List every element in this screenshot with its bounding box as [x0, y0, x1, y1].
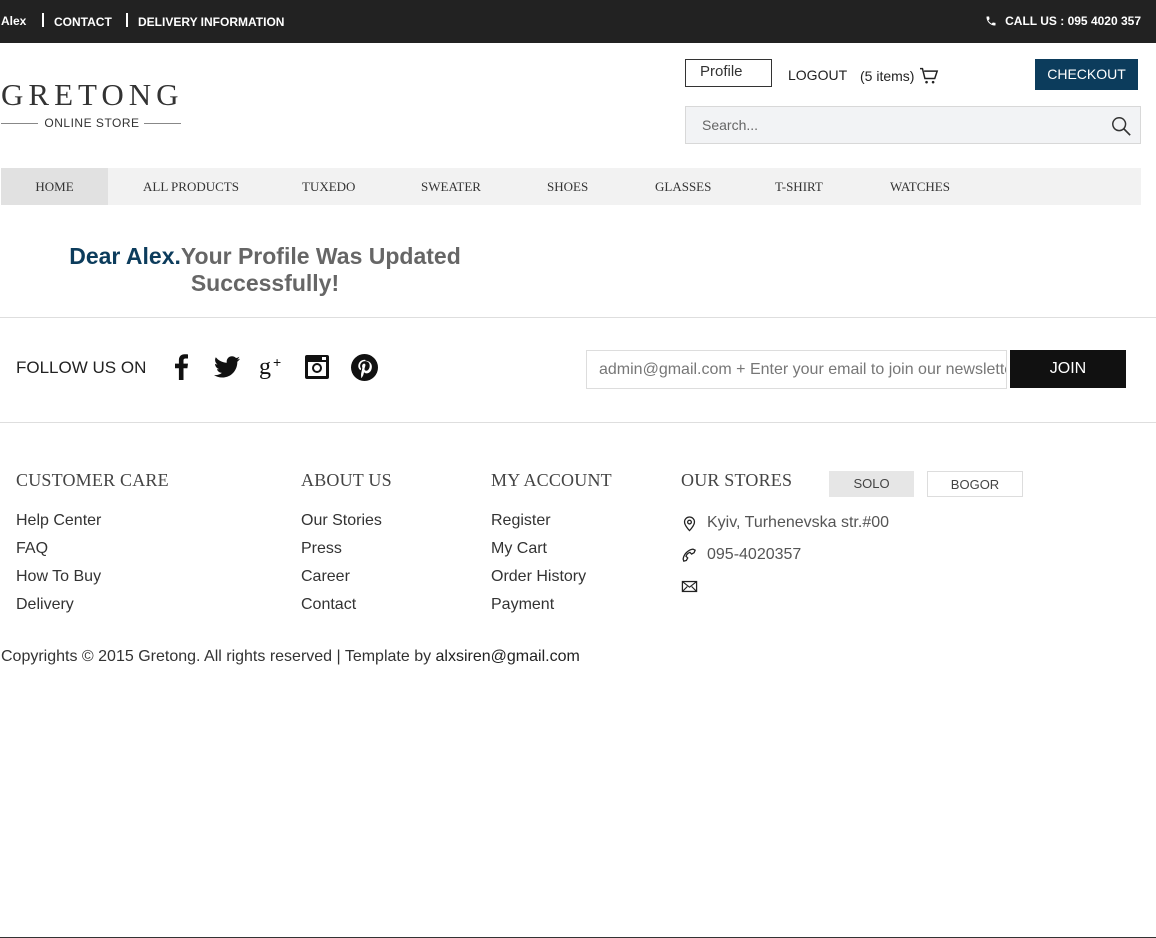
how-to-buy-link[interactable]: How To Buy — [16, 568, 101, 586]
store-phone-text: 095-4020357 — [707, 546, 802, 563]
store-address: Kyiv, Turhenevska str.#00 — [681, 514, 889, 532]
search-icon[interactable] — [1110, 115, 1132, 137]
delivery-link[interactable]: Delivery — [16, 596, 74, 614]
nav-item-glasses[interactable]: GLASSES — [655, 168, 711, 205]
order-history-link[interactable]: Order History — [491, 568, 586, 586]
my-cart-link[interactable]: My Cart — [491, 540, 547, 558]
call-us: CALL US : 095 4020 357 — [985, 14, 1141, 28]
logo-name: GRETONG — [1, 77, 184, 112]
faq-link[interactable]: FAQ — [16, 540, 48, 558]
profile-button[interactable]: Profile — [685, 59, 772, 87]
top-bar: Alex CONTACT DELIVERY INFORMATION CALL U… — [0, 0, 1156, 43]
store-phone: 095-4020357 — [681, 546, 801, 564]
message-text: Your Profile Was Updated Successfully! — [180, 243, 461, 296]
author-email-link[interactable]: alxsiren@gmail.com — [436, 648, 580, 665]
search-input[interactable] — [686, 107, 1106, 143]
about-us-heading: ABOUT US — [301, 470, 392, 490]
svg-text:+: + — [273, 354, 281, 370]
follow-label: FOLLOW US ON — [16, 358, 147, 377]
store-email — [681, 578, 698, 595]
phone-icon — [682, 547, 696, 562]
copyright: Copyrights © 2015 Gretong. All rights re… — [1, 648, 580, 666]
username[interactable]: Alex — [1, 14, 26, 28]
nav-item-tuxedo[interactable]: TUXEDO — [302, 168, 355, 205]
checkout-button[interactable]: CHECKOUT — [1035, 59, 1138, 90]
help-center-link[interactable]: Help Center — [16, 512, 101, 530]
join-button[interactable]: JOIN — [1010, 350, 1126, 388]
success-message: Dear Alex.Your Profile Was Updated Succe… — [40, 243, 490, 297]
twitter-icon[interactable] — [213, 353, 241, 381]
cart-count: (5 items) — [860, 68, 915, 84]
main-nav: HOME ALL PRODUCTS TUXEDO SWEATER SHOES G… — [1, 168, 1141, 205]
nav-item-shoes[interactable]: SHOES — [547, 168, 588, 205]
delivery-info-link[interactable]: DELIVERY INFORMATION — [138, 15, 284, 29]
divider — [0, 317, 1156, 318]
store-tab-solo[interactable]: SOLO — [829, 471, 914, 497]
divider — [0, 422, 1156, 423]
pinterest-icon[interactable] — [350, 353, 378, 381]
nav-item-watches[interactable]: WATCHES — [890, 168, 950, 205]
divider — [42, 13, 44, 27]
google-plus-icon[interactable]: g + — [259, 353, 287, 381]
cart-icon — [920, 67, 939, 84]
cart-link[interactable]: (5 items) — [860, 67, 939, 85]
call-us-text: CALL US : 095 4020 357 — [1005, 14, 1141, 28]
nav-item-sweater[interactable]: SWEATER — [421, 168, 481, 205]
logout-link[interactable]: LOGOUT — [788, 67, 847, 83]
register-link[interactable]: Register — [491, 512, 551, 530]
instagram-icon[interactable] — [303, 353, 331, 381]
store-tab-bogor[interactable]: BOGOR — [927, 471, 1023, 497]
divider — [126, 13, 128, 27]
our-stories-link[interactable]: Our Stories — [301, 512, 382, 530]
contact-link[interactable]: CONTACT — [54, 15, 112, 29]
customer-care-heading: CUSTOMER CARE — [16, 470, 169, 490]
logo-tagline: ONLINE STORE — [1, 116, 183, 130]
phone-icon — [986, 16, 996, 26]
career-link[interactable]: Career — [301, 568, 350, 586]
logo[interactable]: GRETONG ONLINE STORE — [1, 78, 183, 130]
svg-text:g: g — [259, 354, 271, 380]
message-greeting: Dear Alex. — [69, 243, 181, 269]
payment-link[interactable]: Payment — [491, 596, 554, 614]
nav-item-home[interactable]: HOME — [1, 168, 108, 205]
map-pin-icon — [683, 515, 696, 531]
our-stores-heading: OUR STORES — [681, 470, 793, 490]
store-address-text: Kyiv, Turhenevska str.#00 — [707, 514, 890, 531]
search-box — [685, 106, 1141, 144]
facebook-icon[interactable] — [167, 353, 195, 381]
mail-icon[interactable] — [681, 578, 698, 595]
newsletter-email-input[interactable]: admin@gmail.com + Enter your email to jo… — [586, 350, 1007, 389]
nav-item-all-products[interactable]: ALL PRODUCTS — [143, 168, 239, 205]
copyright-text: Copyrights © 2015 Gretong. All rights re… — [1, 648, 436, 665]
contact-link-footer[interactable]: Contact — [301, 596, 356, 614]
my-account-heading: MY ACCOUNT — [491, 470, 612, 490]
press-link[interactable]: Press — [301, 540, 342, 558]
nav-item-t-shirt[interactable]: T-SHIRT — [775, 168, 823, 205]
